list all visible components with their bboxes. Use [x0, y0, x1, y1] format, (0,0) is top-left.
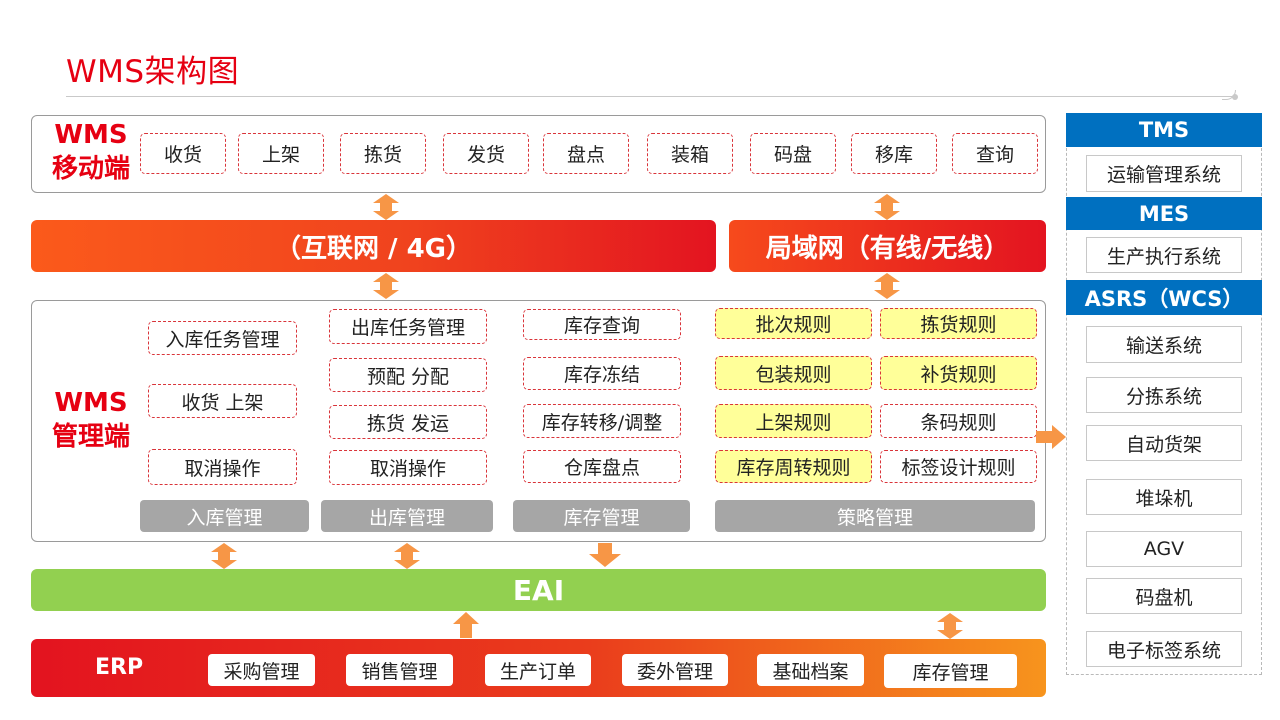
asrs-item-sorting[interactable]: 分拣系统: [1086, 377, 1242, 413]
inventory-freeze[interactable]: 库存冻结: [523, 357, 681, 390]
asrs-item-electronic-label[interactable]: 电子标签系统: [1086, 631, 1242, 667]
wms-management-label-line2: 管理端: [51, 422, 130, 452]
inbound-task-management[interactable]: 入库任务管理: [148, 321, 297, 355]
erp-eai-up-arrow-icon: [453, 612, 479, 638]
inventory-category[interactable]: 库存管理: [513, 500, 690, 532]
inventory-transfer-adjust[interactable]: 库存转移/调整: [523, 404, 681, 438]
mobile-lan-double-arrow-icon: [874, 194, 900, 220]
mobile-item-packing[interactable]: 装箱: [647, 133, 733, 174]
asrs-item-agv[interactable]: AGV: [1086, 531, 1242, 567]
outbound-task-management[interactable]: 出库任务管理: [329, 309, 487, 344]
erp-item-production-order[interactable]: 生产订单: [485, 654, 591, 686]
asrs-item-conveyor[interactable]: 输送系统: [1086, 326, 1242, 363]
wms-mobile-label: WMS 移动端: [40, 118, 142, 186]
internet-management-double-arrow-icon: [373, 273, 399, 299]
inbound-receive-putaway[interactable]: 收货 上架: [148, 384, 297, 418]
tms-header: TMS: [1066, 113, 1262, 147]
strategy-category[interactable]: 策略管理: [715, 500, 1035, 532]
eai-bar: EAI: [31, 569, 1046, 611]
strategy-putaway-rule[interactable]: 上架规则: [715, 404, 872, 438]
strategy-turnover-rule[interactable]: 库存周转规则: [715, 450, 872, 483]
asrs-item-stacker-crane[interactable]: 堆垛机: [1086, 479, 1242, 515]
inbound-eai-double-arrow-icon: [211, 543, 237, 569]
wms-mobile-label-line1: WMS: [54, 120, 128, 150]
inventory-eai-down-arrow-icon: [589, 543, 621, 567]
lan-bar: 局域网（有线/无线）: [729, 220, 1046, 272]
strategy-label-design-rule[interactable]: 标签设计规则: [880, 450, 1037, 483]
mobile-item-receive[interactable]: 收货: [140, 133, 226, 174]
management-external-right-arrow-icon: [1036, 425, 1066, 449]
strategy-packing-rule[interactable]: 包装规则: [715, 356, 872, 390]
mes-item[interactable]: 生产执行系统: [1086, 237, 1242, 273]
outbound-eai-double-arrow-icon: [394, 543, 420, 569]
asrs-header: ASRS（WCS）: [1066, 280, 1262, 315]
mobile-item-picking[interactable]: 拣货: [340, 133, 426, 174]
outbound-preallocate-allocate[interactable]: 预配 分配: [329, 358, 487, 392]
inbound-cancel[interactable]: 取消操作: [148, 449, 297, 485]
outbound-pick-ship[interactable]: 拣货 发运: [329, 405, 487, 439]
inventory-stocktake[interactable]: 仓库盘点: [523, 450, 681, 483]
inventory-query[interactable]: 库存查询: [523, 309, 681, 340]
strategy-batch-rule[interactable]: 批次规则: [715, 308, 872, 339]
erp-label: ERP: [95, 655, 144, 680]
outbound-category[interactable]: 出库管理: [321, 500, 493, 532]
strategy-barcode-rule[interactable]: 条码规则: [880, 404, 1037, 438]
outbound-cancel[interactable]: 取消操作: [329, 450, 487, 485]
erp-inventory-eai-double-arrow-icon: [937, 613, 963, 639]
title-divider-dot: [1232, 94, 1238, 100]
mobile-item-putaway[interactable]: 上架: [238, 133, 324, 174]
inbound-category[interactable]: 入库管理: [140, 500, 309, 532]
mes-header: MES: [1066, 197, 1262, 230]
strategy-replenishment-rule[interactable]: 补货规则: [880, 356, 1037, 390]
asrs-item-palletizer[interactable]: 码盘机: [1086, 578, 1242, 614]
mobile-item-stocktake[interactable]: 盘点: [543, 133, 629, 174]
wms-management-label-line1: WMS: [54, 388, 128, 418]
wms-mobile-label-line2: 移动端: [51, 154, 130, 184]
lan-management-double-arrow-icon: [874, 273, 900, 299]
mobile-internet-double-arrow-icon: [373, 194, 399, 220]
mobile-item-relocation[interactable]: 移库: [851, 133, 937, 174]
mobile-item-shipping[interactable]: 发货: [443, 133, 529, 174]
erp-item-sales[interactable]: 销售管理: [346, 654, 453, 686]
erp-item-purchasing[interactable]: 采购管理: [208, 654, 315, 686]
asrs-item-automated-rack[interactable]: 自动货架: [1086, 425, 1242, 461]
title-divider: [66, 96, 1236, 97]
internet-4g-bar: （互联网 / 4G）: [31, 220, 716, 272]
mobile-item-query[interactable]: 查询: [952, 133, 1038, 174]
strategy-picking-rule[interactable]: 拣货规则: [880, 308, 1037, 339]
tms-item[interactable]: 运输管理系统: [1086, 155, 1242, 192]
erp-item-outsourcing[interactable]: 委外管理: [622, 654, 728, 686]
page-title: WMS架构图: [66, 54, 240, 90]
wms-management-label: WMS 管理端: [40, 386, 142, 454]
mobile-item-palletizing[interactable]: 码盘: [750, 133, 836, 174]
erp-item-inventory[interactable]: 库存管理: [884, 654, 1017, 688]
erp-item-master-data[interactable]: 基础档案: [757, 654, 864, 686]
